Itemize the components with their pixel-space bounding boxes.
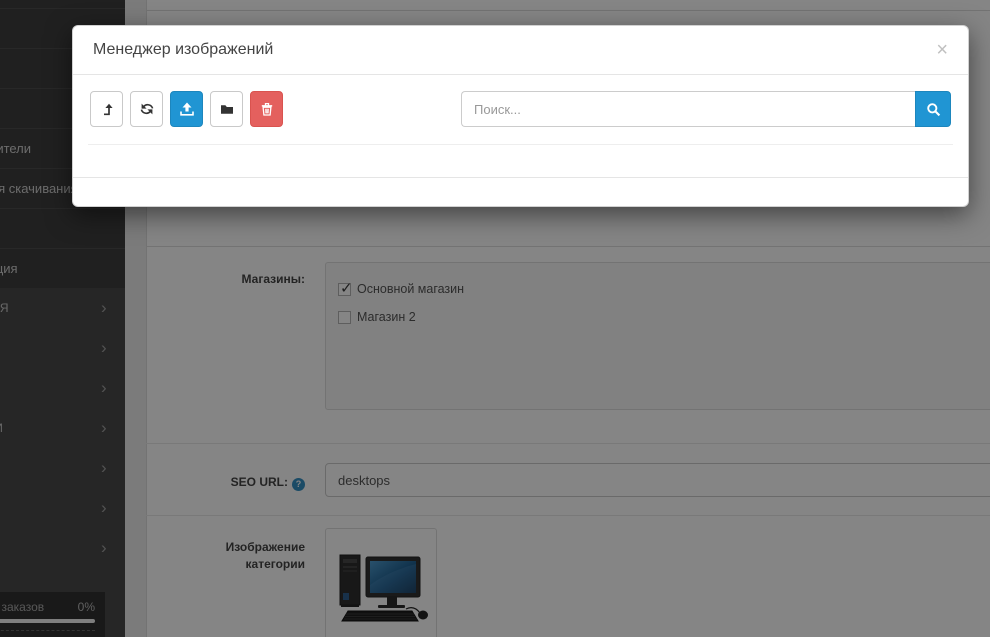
close-icon[interactable]: × [936,40,948,60]
search-group [461,91,951,127]
parent-directory-button[interactable] [90,91,123,127]
upload-button[interactable] [170,91,203,127]
image-manager-modal: Менеджер изображений × [72,25,969,207]
upload-icon [179,102,194,116]
refresh-icon [140,103,153,115]
modal-header: Менеджер изображений × [73,26,968,75]
search-icon [926,102,940,116]
delete-button[interactable] [250,91,283,127]
level-up-icon [103,103,113,116]
refresh-button[interactable] [130,91,163,127]
modal-title: Менеджер изображений [93,41,274,58]
folder-icon [220,105,233,114]
new-folder-button[interactable] [210,91,243,127]
modal-body [73,75,968,177]
search-input[interactable] [461,91,915,127]
toolbar-divider [88,144,953,145]
modal-footer [73,177,968,206]
search-button[interactable] [915,91,951,127]
trash-icon [261,102,272,116]
